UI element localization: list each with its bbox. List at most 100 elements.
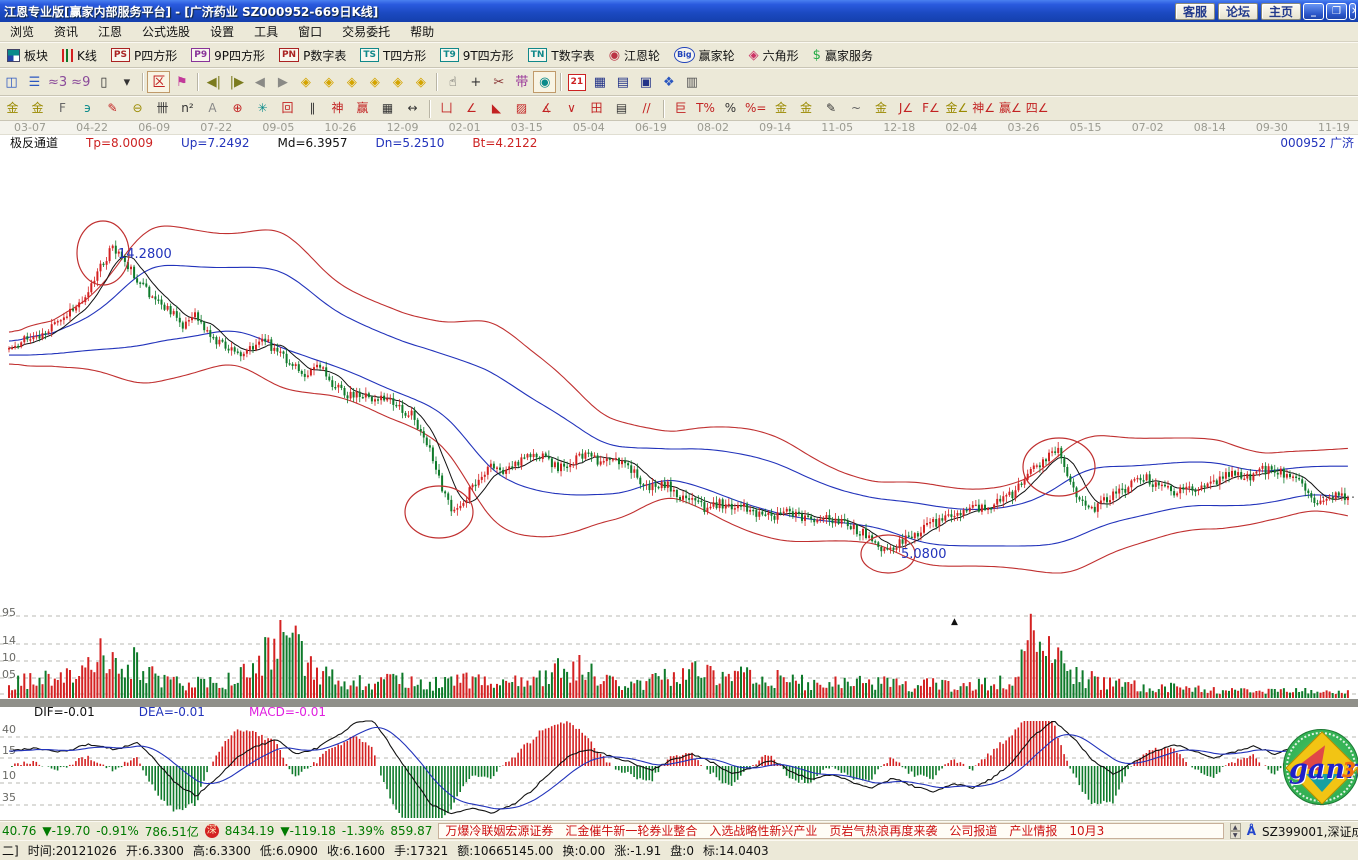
percent-t-icon[interactable]: T% <box>693 99 718 119</box>
fan-shen-icon[interactable]: 神∠ <box>970 99 997 119</box>
hexagon-button[interactable]: ◈六角形 <box>742 44 806 66</box>
p9-square-button[interactable]: P99P四方形 <box>184 44 272 66</box>
angle-a-icon[interactable]: A <box>200 99 225 119</box>
wave-3-icon[interactable]: ≈3 <box>46 71 69 93</box>
dark-grid-icon[interactable]: ▤ <box>609 99 634 119</box>
t-table-button[interactable]: TNT数字表 <box>521 44 602 66</box>
tally-grid-icon[interactable]: 卌 <box>150 99 175 119</box>
n-square-icon[interactable]: n² <box>175 99 200 119</box>
diamond-expand-icon[interactable]: ◈ <box>340 71 363 93</box>
jump-end-icon[interactable]: |▶ <box>225 71 248 93</box>
winner-wheel-button[interactable]: Big赢家轮 <box>667 44 742 66</box>
spinner-up-icon[interactable]: ▲ <box>1230 823 1241 831</box>
menu-item-5[interactable]: 工具 <box>244 21 288 42</box>
blocks-button[interactable]: 板块 <box>0 44 55 66</box>
p-table-button[interactable]: PNP数字表 <box>272 44 353 66</box>
calendar-icon[interactable]: 21 <box>565 71 588 93</box>
pen-icon[interactable]: ✎ <box>100 99 125 119</box>
trend-angle-icon[interactable]: ∡ <box>534 99 559 119</box>
chips-icon[interactable]: 巨 <box>668 99 693 119</box>
star-grid-icon[interactable]: ✳ <box>250 99 275 119</box>
menu-item-2[interactable]: 江恩 <box>88 21 132 42</box>
diamond-vcompress-icon[interactable]: ◈ <box>386 71 409 93</box>
candle-style-icon[interactable]: ▯ <box>92 71 115 93</box>
t9-square-button[interactable]: T99T四方形 <box>433 44 520 66</box>
date-spinner[interactable]: ▲ ▼ <box>1230 823 1241 839</box>
target-cross-icon[interactable]: ⊕ <box>225 99 250 119</box>
diamond-compress-icon[interactable]: ◈ <box>363 71 386 93</box>
tile-windows-icon[interactable]: ◫ <box>0 71 23 93</box>
minimize-button[interactable]: _ <box>1303 3 1324 20</box>
homepage-button[interactable]: 主页 <box>1261 3 1301 20</box>
color-chart-icon[interactable]: ⚑ <box>170 71 193 93</box>
compass-icon[interactable]: ⊖ <box>125 99 150 119</box>
fan-ying-icon[interactable]: 赢∠ <box>997 99 1024 119</box>
save-icon[interactable]: ▣ <box>634 71 657 93</box>
menu-item-7[interactable]: 交易委托 <box>332 21 400 42</box>
web-export-icon[interactable]: ❖ <box>657 71 680 93</box>
slash-lines-icon[interactable]: // <box>634 99 659 119</box>
refresh-view-icon[interactable]: ◉ <box>533 71 556 93</box>
drag-hand-icon[interactable]: ☝ <box>441 71 464 93</box>
gold-ratio-icon[interactable]: 金 <box>0 99 25 119</box>
gold-channel-icon[interactable]: 金 <box>868 99 893 119</box>
calculator-icon[interactable]: ▦ <box>588 71 611 93</box>
forum-button[interactable]: 论坛 <box>1218 3 1258 20</box>
wave-9-icon[interactable]: ≈9 <box>69 71 92 93</box>
gann-wheel-button[interactable]: ◉江恩轮 <box>602 44 667 66</box>
box-grid-icon[interactable]: 回 <box>275 99 300 119</box>
winner-service-button[interactable]: $赢家服务 <box>806 44 880 66</box>
ying-tool-icon[interactable]: 赢 <box>350 99 375 119</box>
kline-button[interactable]: K线 <box>55 44 104 66</box>
zigzag-icon[interactable]: ∨ <box>559 99 584 119</box>
volume-pane[interactable]: 95141005▲ <box>0 608 1358 703</box>
table-123-icon[interactable]: ▦ <box>375 99 400 119</box>
red-grid-icon[interactable]: 田 <box>584 99 609 119</box>
gann-box-icon[interactable]: 凵 <box>434 99 459 119</box>
menu-item-0[interactable]: 浏览 <box>0 21 44 42</box>
print-icon[interactable]: ▥ <box>680 71 703 93</box>
fan-corner-icon[interactable]: ◣ <box>484 99 509 119</box>
menu-item-1[interactable]: 资讯 <box>44 21 88 42</box>
customer-service-button[interactable]: 客服 <box>1175 3 1215 20</box>
next-bar-icon[interactable]: ▶ <box>271 71 294 93</box>
wave-tool-icon[interactable]: ~ <box>843 99 868 119</box>
menu-item-8[interactable]: 帮助 <box>400 21 444 42</box>
diamond-left-icon[interactable]: ◈ <box>294 71 317 93</box>
pause-lines-icon[interactable]: ∥ <box>300 99 325 119</box>
menu-item-3[interactable]: 公式选股 <box>132 21 200 42</box>
news-ticker[interactable]: 万爆冷联姻宏源证券 汇金催牛新一轮券业整合 入选战略性新兴产业 页岩气热浪再度来… <box>438 823 1223 839</box>
shen-tool-icon[interactable]: 神 <box>325 99 350 119</box>
fan-lines-icon[interactable]: ∠ <box>459 99 484 119</box>
percent-icon[interactable]: % <box>718 99 743 119</box>
crosshair-icon[interactable]: + <box>464 71 487 93</box>
hrange-icon[interactable]: ↔ <box>400 99 425 119</box>
fibonacci-icon[interactable]: F <box>50 99 75 119</box>
macd-pane[interactable]: 40151035 <box>0 719 1358 820</box>
p-square-button[interactable]: PSP四方形 <box>104 44 184 66</box>
t-square-button[interactable]: TST四方形 <box>353 44 433 66</box>
fan-j-icon[interactable]: J∠ <box>893 99 918 119</box>
fan-gold-icon[interactable]: 金∠ <box>943 99 970 119</box>
diamond-right-icon[interactable]: ◈ <box>317 71 340 93</box>
gold-circle-icon[interactable]: 金 <box>768 99 793 119</box>
menu-item-4[interactable]: 设置 <box>200 21 244 42</box>
jump-start-icon[interactable]: ◀| <box>202 71 225 93</box>
spinner-down-icon[interactable]: ▼ <box>1230 831 1241 839</box>
close-button[interactable]: ✕ <box>1349 3 1356 20</box>
fan-si-icon[interactable]: 四∠ <box>1024 99 1051 119</box>
gold-ratio2-icon[interactable]: 金 <box>25 99 50 119</box>
region-select-icon[interactable]: 区 <box>147 71 170 93</box>
diamond-full-icon[interactable]: ◈ <box>409 71 432 93</box>
main-kline-chart[interactable]: 14.28005.0800 <box>0 151 1358 608</box>
prev-bar-icon[interactable]: ◀ <box>248 71 271 93</box>
fan-f-icon[interactable]: F∠ <box>918 99 943 119</box>
candle-style-dropdown-icon[interactable]: ▾ <box>115 71 138 93</box>
spiral-icon[interactable]: ϶ <box>75 99 100 119</box>
fan-grid-icon[interactable]: ▨ <box>509 99 534 119</box>
maximize-button[interactable]: ❐ <box>1326 3 1347 20</box>
gold-lines-icon[interactable]: 金 <box>793 99 818 119</box>
cut-icon[interactable]: ✂ <box>487 71 510 93</box>
ornament-icon[interactable]: 带 <box>510 71 533 93</box>
notebook-icon[interactable]: ▤ <box>611 71 634 93</box>
